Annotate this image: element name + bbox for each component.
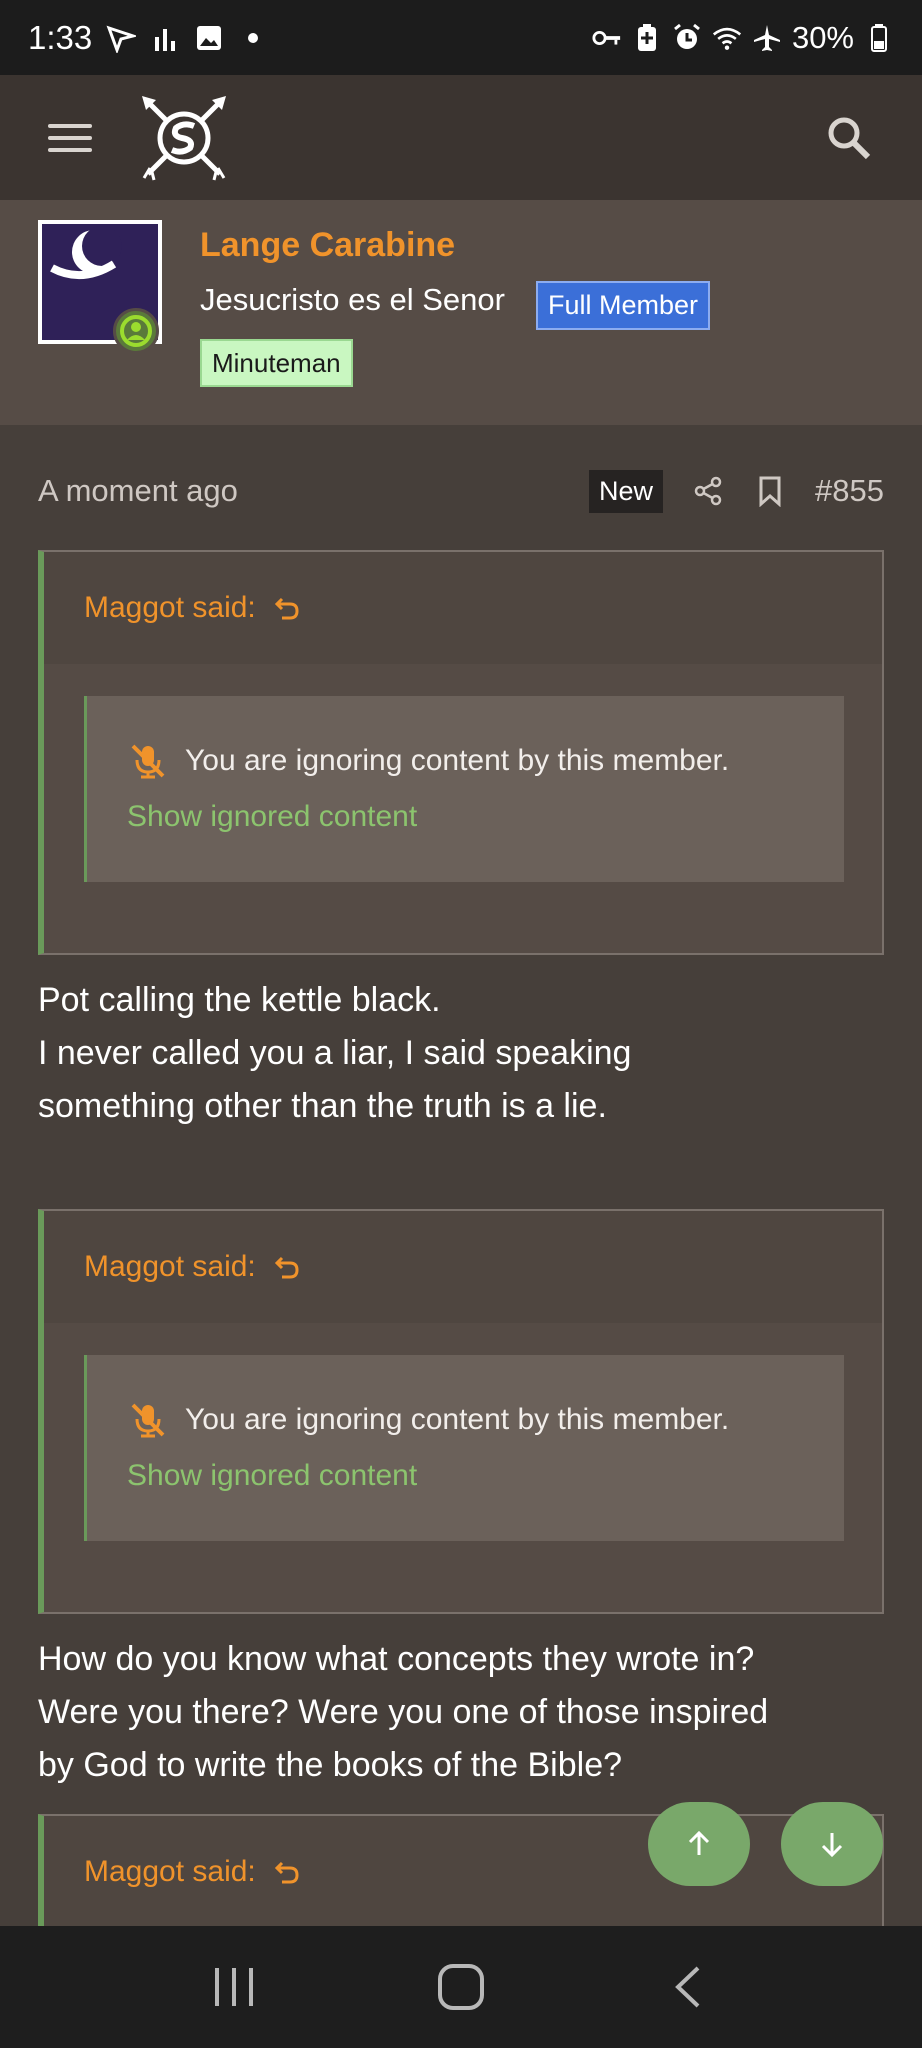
dot-icon (238, 23, 268, 53)
post-body-paragraph: Pot calling the kettle black. I never ca… (38, 981, 632, 1125)
new-tag: New (589, 469, 664, 513)
bookmark-button[interactable] (753, 474, 787, 508)
share-button[interactable] (691, 474, 725, 508)
home-button[interactable] (431, 1957, 491, 2017)
ignored-notice: You are ignoring content by this member. (185, 744, 730, 777)
site-logo[interactable] (140, 94, 228, 182)
user-title: Jesucristo es el Senor (200, 282, 505, 317)
airplane-icon (752, 23, 782, 53)
status-bar: 1:33 30% (0, 0, 922, 75)
battery-icon (864, 23, 894, 53)
user-badge-full-member: Full Member (536, 281, 711, 330)
home-icon (437, 1964, 484, 2010)
user-badge-minuteman: Minuteman (200, 339, 353, 387)
show-ignored-content-link[interactable]: Show ignored content (127, 800, 417, 834)
quote-block: Maggot said: You are ignoring content by… (38, 1209, 884, 1614)
status-time: 1:33 (28, 18, 93, 56)
image-icon (194, 23, 224, 53)
wifi-icon (712, 23, 742, 53)
username[interactable]: Lange Carabine (200, 226, 455, 265)
battery-percent: 30% (791, 19, 854, 55)
quote-header[interactable]: Maggot said: (44, 552, 882, 664)
muted-microphone-icon (131, 744, 165, 779)
ignored-content-box: You are ignoring content by this member.… (84, 1355, 844, 1541)
app-header (0, 75, 922, 200)
quote-block: Maggot said: You are ignoring content by… (38, 550, 884, 955)
quote-author[interactable]: Maggot said: (84, 1855, 256, 1889)
muted-microphone-icon (131, 1403, 165, 1438)
post-body-paragraph: How do you know what concepts they wrote… (38, 1640, 769, 1784)
arrow-up-icon (688, 1830, 710, 1855)
quote-header[interactable]: Maggot said: (44, 1211, 882, 1323)
alarm-icon (672, 23, 702, 53)
jump-to-quote-icon[interactable] (272, 593, 302, 623)
signal-bars-icon (150, 23, 180, 53)
navigation-check-icon (106, 23, 137, 53)
quote-header[interactable]: Maggot said: (44, 1816, 882, 1928)
back-icon (675, 1966, 700, 2008)
quote-author[interactable]: Maggot said: (84, 1250, 256, 1284)
post-meta: A moment ago New #855 (38, 466, 884, 516)
ignored-content-box: You are ignoring content by this member.… (84, 696, 844, 882)
search-button[interactable] (824, 113, 874, 163)
recent-apps-button[interactable] (204, 1957, 264, 2017)
search-icon (828, 117, 871, 159)
ignored-notice: You are ignoring content by this member. (185, 1403, 730, 1436)
jump-to-quote-icon[interactable] (272, 1252, 302, 1282)
user-circle-icon (120, 315, 152, 347)
scroll-up-button[interactable] (648, 1802, 750, 1886)
quote-block: Maggot said: (38, 1814, 884, 1928)
arrow-down-icon (821, 1833, 843, 1858)
quote-author[interactable]: Maggot said: (84, 591, 256, 625)
jump-to-quote-icon[interactable] (272, 1857, 302, 1887)
back-button[interactable] (658, 1957, 718, 2017)
share-icon (694, 476, 722, 506)
show-ignored-content-link[interactable]: Show ignored content (127, 1459, 417, 1493)
post-time[interactable]: A moment ago (38, 473, 238, 509)
key-icon (592, 23, 622, 53)
menu-button[interactable] (48, 112, 100, 164)
hamburger-icon (48, 123, 92, 128)
bookmark-icon (759, 476, 781, 507)
recent-apps-icon (214, 1968, 253, 2006)
system-navigation-bar (0, 1926, 922, 2048)
scroll-down-button[interactable] (781, 1802, 883, 1886)
battery-saver-icon (632, 23, 662, 53)
online-status-badge (113, 308, 159, 354)
post-number[interactable]: #855 (815, 473, 884, 509)
crossed-arrows-logo-icon (142, 95, 226, 180)
